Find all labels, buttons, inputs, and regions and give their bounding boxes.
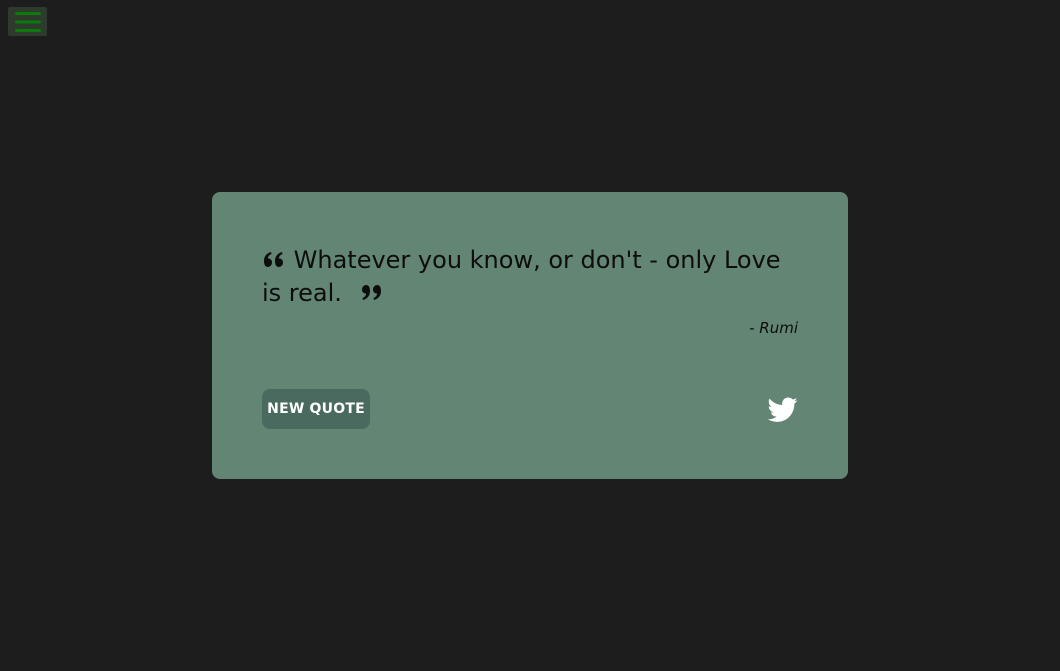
quote-text-block: Whatever you know, or don't - only Love … <box>262 244 798 310</box>
quote-card: Whatever you know, or don't - only Love … <box>212 192 848 479</box>
quote-author: - Rumi <box>749 319 798 337</box>
quote-left-icon <box>262 244 286 277</box>
new-quote-button[interactable]: NEW QUOTE <box>262 389 370 429</box>
menu-button[interactable] <box>8 7 47 36</box>
quote-right-icon <box>360 277 384 310</box>
quote-text: Whatever you know, or don't - only Love … <box>262 246 781 307</box>
twitter-icon[interactable] <box>768 397 798 423</box>
hamburger-icon <box>14 11 41 32</box>
